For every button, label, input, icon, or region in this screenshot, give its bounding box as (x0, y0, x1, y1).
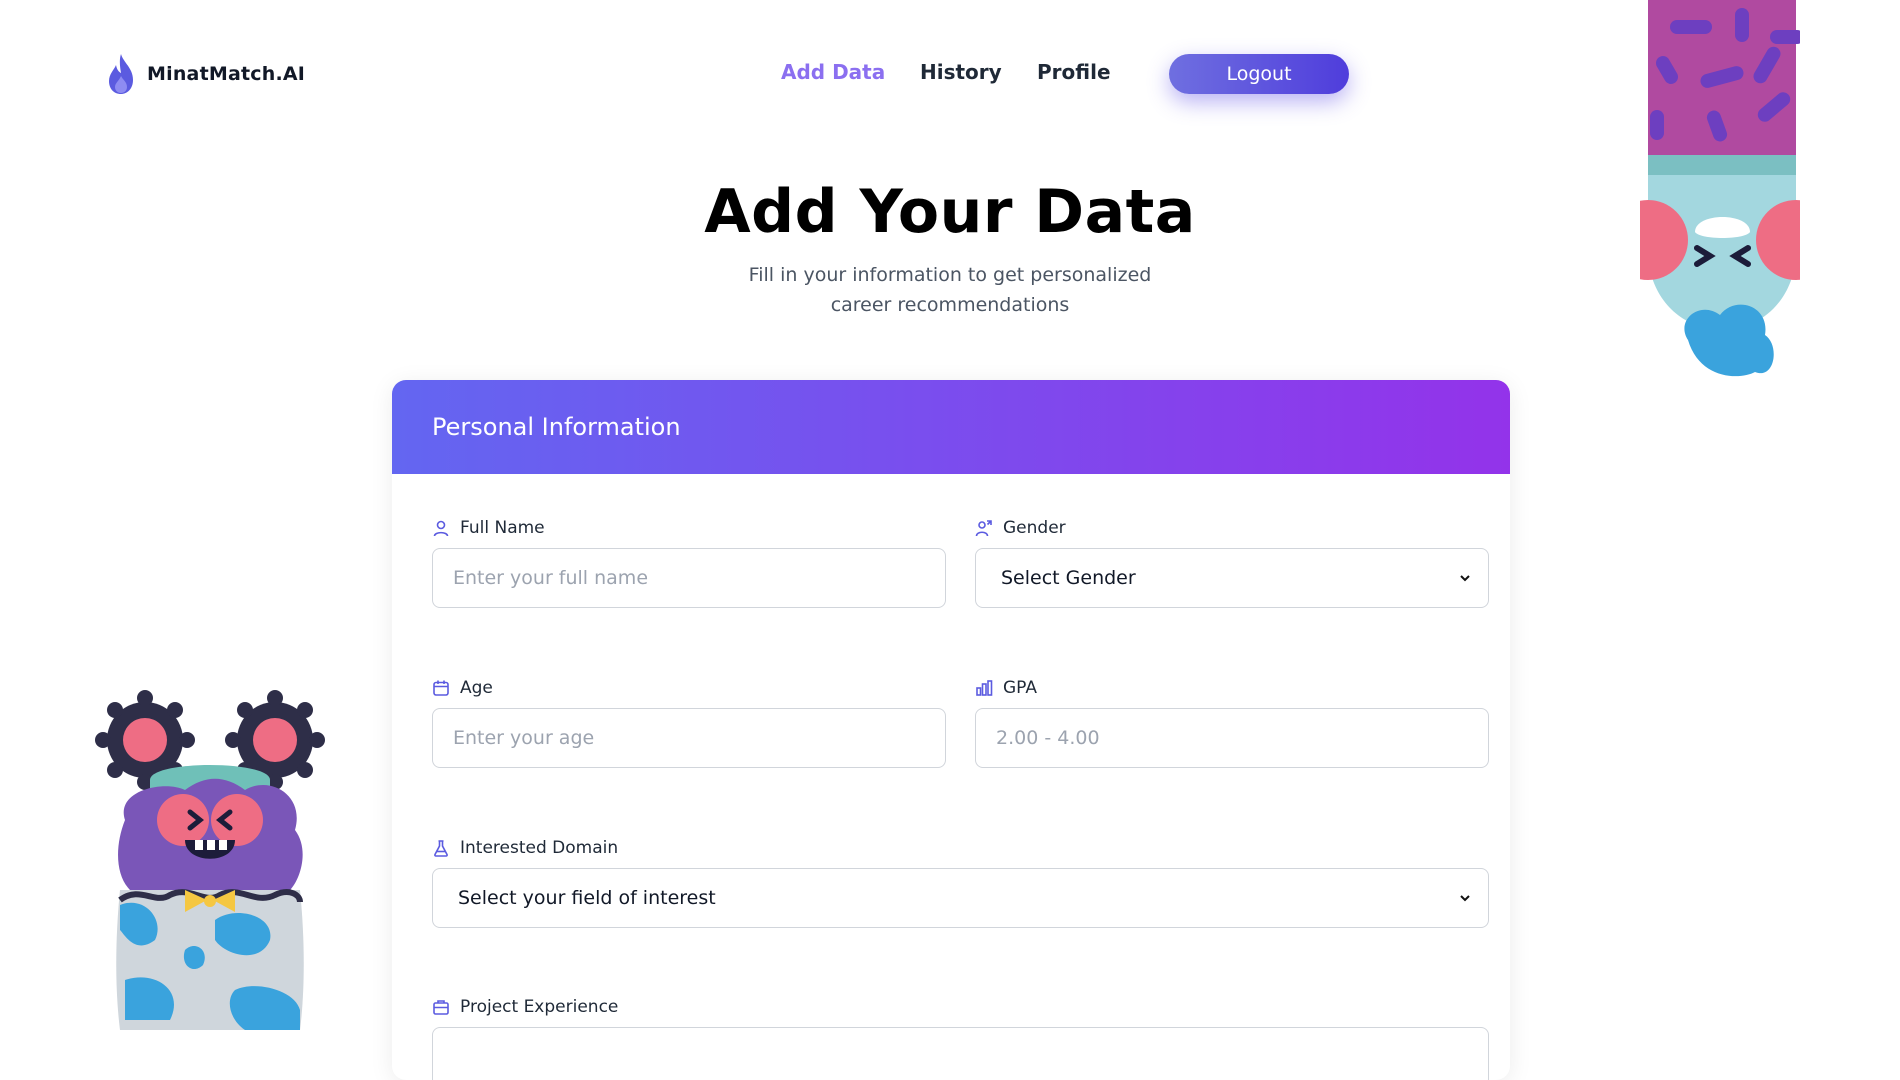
age-label: Age (432, 678, 493, 698)
page-subtitle: Fill in your information to get personal… (748, 264, 1152, 316)
full-name-input[interactable] (432, 548, 946, 608)
age-input[interactable] (432, 708, 946, 768)
section-title: Personal Information (432, 413, 681, 441)
monster-illustration (95, 690, 325, 1030)
hanging-creature-illustration (1640, 0, 1800, 377)
gender-label: Gender (975, 518, 1066, 538)
gpa-label-text: GPA (1003, 678, 1037, 698)
gender-select-value: Select Gender (1001, 567, 1136, 589)
chevron-down-icon (1460, 895, 1470, 902)
gender-select[interactable]: Select Gender (975, 548, 1489, 608)
domain-select-value: Select your field of interest (458, 887, 716, 909)
logout-button[interactable]: Logout (1169, 54, 1349, 94)
gender-label-text: Gender (1003, 518, 1066, 538)
domain-label-text: Interested Domain (460, 838, 619, 858)
user-icon (433, 520, 449, 537)
nav-history[interactable]: History (920, 60, 1002, 84)
domain-label: Interested Domain (432, 838, 618, 858)
flask-icon (434, 840, 448, 857)
page-title: Add Your Data (704, 177, 1196, 247)
briefcase-icon (433, 1000, 449, 1015)
nav-add-data[interactable]: Add Data (781, 60, 885, 84)
calendar-icon (433, 680, 449, 696)
chevron-down-icon (1460, 575, 1470, 582)
card-header: Personal Information (392, 380, 1510, 474)
age-label-text: Age (460, 678, 493, 698)
project-label: Project Experience (432, 997, 618, 1017)
full-name-label: Full Name (432, 518, 545, 538)
domain-select[interactable]: Select your field of interest (432, 868, 1489, 928)
gpa-label: GPA (975, 678, 1037, 698)
personal-info-card: Personal Information Full Name Gender Se… (392, 380, 1510, 1080)
gpa-input[interactable] (975, 708, 1489, 768)
gender-icon (975, 520, 992, 537)
main-nav: Add Data History Profile (0, 60, 1900, 90)
project-input[interactable] (432, 1027, 1489, 1080)
full-name-label-text: Full Name (460, 518, 545, 538)
nav-profile[interactable]: Profile (1037, 60, 1111, 84)
project-label-text: Project Experience (460, 997, 619, 1017)
bar-chart-icon (976, 680, 993, 696)
